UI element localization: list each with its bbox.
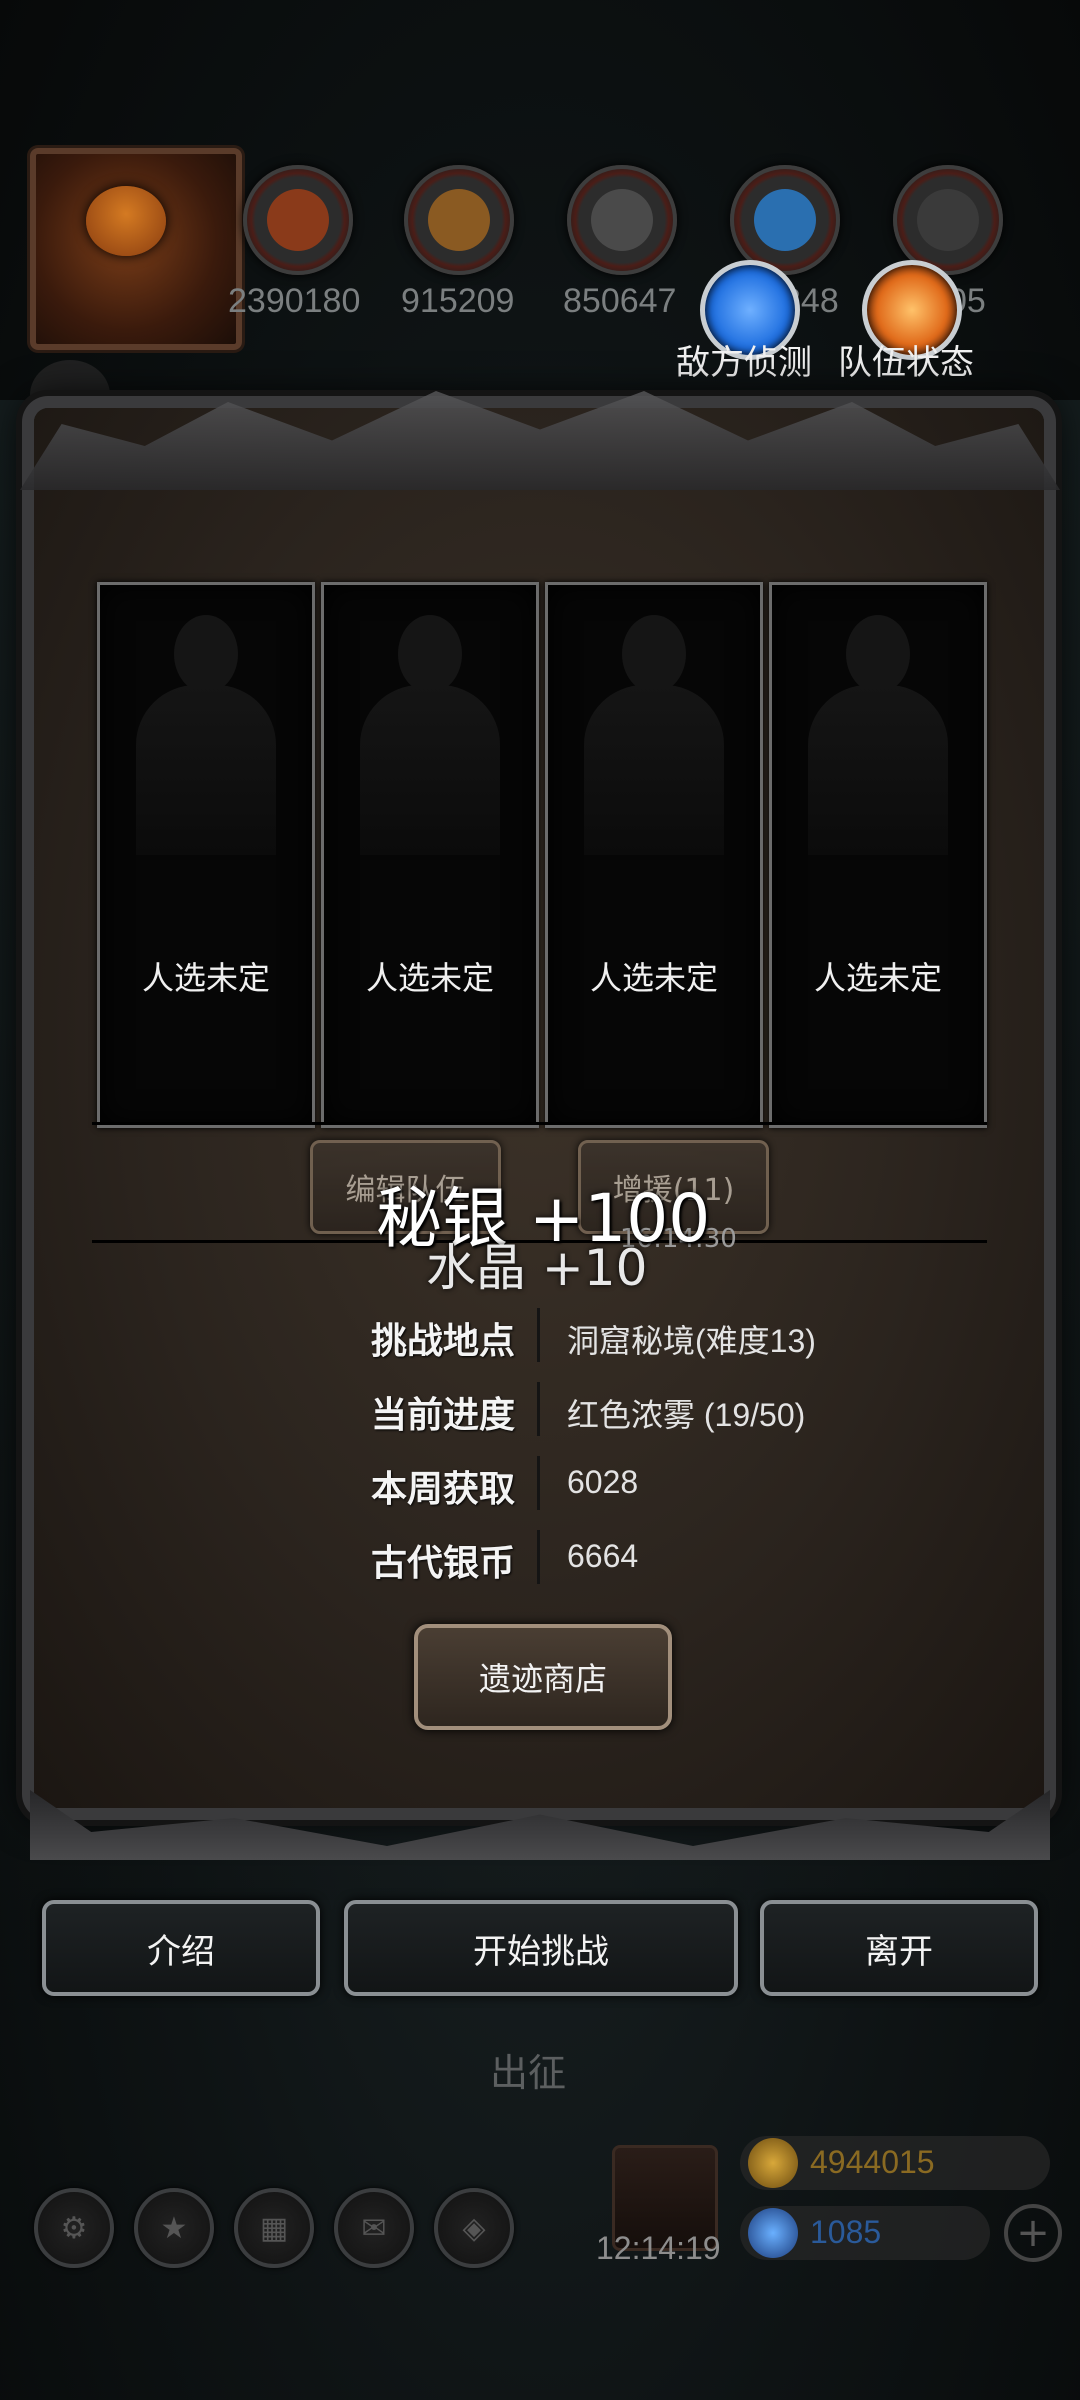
mail-icon[interactable]: ✉ bbox=[334, 2188, 414, 2268]
slot-label: 人选未定 bbox=[813, 959, 942, 997]
gem-icon bbox=[748, 2208, 798, 2258]
iron-ingot-icon[interactable] bbox=[567, 165, 677, 275]
start-challenge-button[interactable]: 开始挑战 bbox=[344, 1900, 738, 1996]
info-separator bbox=[537, 1456, 540, 1510]
info-separator bbox=[537, 1382, 540, 1436]
info-value-weekly: 6028 bbox=[567, 1464, 639, 1500]
gem-value: 1085 bbox=[810, 2214, 882, 2250]
empty-hero-silhouette-icon bbox=[808, 615, 948, 855]
empty-hero-silhouette-icon bbox=[584, 615, 724, 855]
info-separator bbox=[537, 1530, 540, 1584]
resource-wood-value: 915209 bbox=[401, 282, 515, 320]
player-avatar[interactable] bbox=[30, 148, 242, 350]
slot-label: 人选未定 bbox=[141, 959, 270, 997]
copper-ore-icon[interactable] bbox=[243, 165, 353, 275]
gift-timer: 12:14:19 bbox=[596, 2230, 721, 2266]
empty-hero-silhouette-icon bbox=[360, 615, 500, 855]
gold-display: 4944015 bbox=[740, 2136, 1050, 2190]
add-gems-button[interactable]: + bbox=[1004, 2204, 1062, 2262]
star-icon[interactable]: ★ bbox=[134, 2188, 214, 2268]
hero-slot-1[interactable]: 人选未定 bbox=[97, 582, 315, 1128]
march-label: 出征 bbox=[490, 2051, 567, 2095]
hero-slot-3[interactable]: 人选未定 bbox=[545, 582, 763, 1128]
gold-coin-icon bbox=[748, 2138, 798, 2188]
info-label-coins: 古代银币 bbox=[370, 1543, 515, 1584]
slot-label: 人选未定 bbox=[365, 959, 494, 997]
settings-gear-icon[interactable]: ⚙ bbox=[34, 2188, 114, 2268]
info-label-location: 挑战地点 bbox=[370, 1321, 515, 1362]
intro-button[interactable]: 介绍 bbox=[42, 1900, 320, 1996]
info-label-progress: 当前进度 bbox=[370, 1395, 515, 1436]
slot-label: 人选未定 bbox=[589, 959, 718, 997]
slots-divider bbox=[92, 1122, 987, 1125]
leave-button[interactable]: 离开 bbox=[760, 1900, 1038, 1996]
chat-icon[interactable]: ◈ bbox=[434, 2188, 514, 2268]
gold-value: 4944015 bbox=[810, 2144, 935, 2180]
wood-planks-icon[interactable] bbox=[404, 165, 514, 275]
info-label-weekly: 本周获取 bbox=[370, 1469, 515, 1510]
gem-display: 1085 bbox=[740, 2206, 990, 2260]
info-separator bbox=[537, 1308, 540, 1362]
info-value-location: 洞窟秘境(难度13) bbox=[567, 1323, 816, 1359]
ruins-shop-button[interactable]: 遗迹商店 bbox=[414, 1624, 672, 1730]
hero-slot-4[interactable]: 人选未定 bbox=[769, 582, 987, 1128]
hero-slot-2[interactable]: 人选未定 bbox=[321, 582, 539, 1128]
scout-label: 敌方侦测 bbox=[676, 343, 812, 383]
info-value-progress: 红色浓雾 (19/50) bbox=[567, 1397, 806, 1433]
resource-copper-value: 2390180 bbox=[228, 282, 361, 320]
reward-toast-crystal: 水晶 +10 bbox=[426, 1239, 648, 1297]
info-value-coins: 6664 bbox=[567, 1538, 639, 1574]
pumpkin-avatar-icon bbox=[86, 186, 166, 256]
map-icon[interactable]: ▦ bbox=[234, 2188, 314, 2268]
team-status-label: 队伍状态 bbox=[838, 343, 974, 383]
empty-hero-silhouette-icon bbox=[136, 615, 276, 855]
resource-iron-value: 850647 bbox=[563, 282, 677, 320]
